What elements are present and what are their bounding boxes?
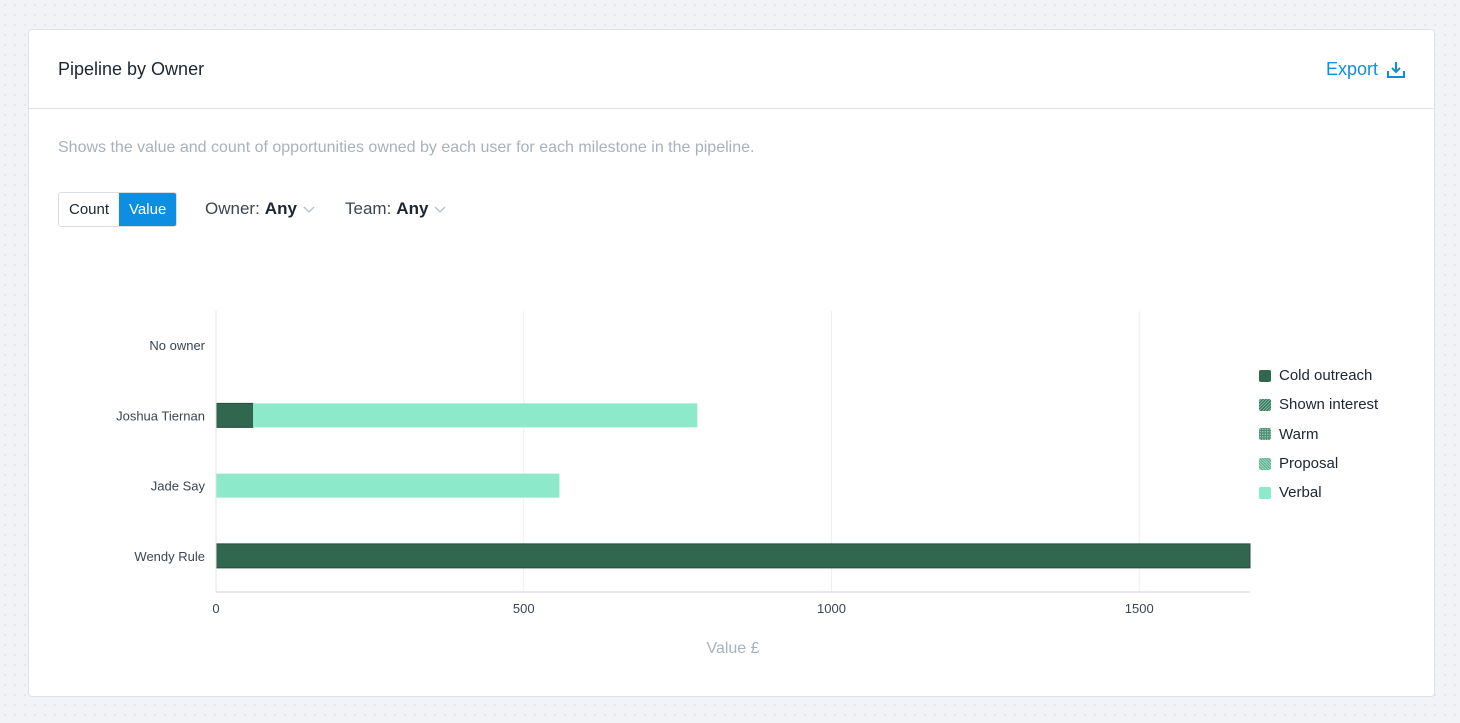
legend-label: Verbal [1279, 484, 1322, 502]
legend-swatch [1259, 486, 1271, 499]
x-axis-title: Value £ [706, 640, 759, 657]
legend-item[interactable]: Verbal [1259, 478, 1378, 507]
legend-swatch [1259, 428, 1271, 441]
legend-label: Cold outreach [1279, 367, 1373, 385]
chart-legend: Cold outreach Shown interest Warm Proposal V… [1259, 361, 1378, 507]
legend-item[interactable]: Shown interest [1259, 390, 1378, 419]
legend-swatch [1259, 457, 1271, 470]
y-tick-label: Wendy Rule [134, 549, 205, 564]
y-tick-label: Joshua Tiernan [116, 408, 205, 423]
y-tick-label: Jade Say [151, 479, 206, 494]
x-tick-label: 500 [513, 601, 535, 616]
legend-label: Shown interest [1279, 396, 1379, 414]
legend-item[interactable]: Proposal [1259, 449, 1378, 478]
legend-item[interactable]: Warm [1259, 420, 1378, 449]
bars [215, 402, 1251, 569]
pipeline-chart: No owner Joshua Tiernan Jade Say Wendy Rule… [116, 311, 1251, 657]
bar-segment [252, 403, 698, 428]
bar-segment [215, 402, 254, 428]
legend-swatch [1259, 398, 1271, 411]
legend-item[interactable]: Cold outreach [1259, 361, 1378, 390]
legend-label: Proposal [1279, 455, 1339, 473]
x-tick-label: 1500 [1125, 601, 1154, 616]
legend-swatch [1259, 369, 1271, 382]
y-tick-label: No owner [149, 338, 205, 353]
legend-label: Warm [1279, 425, 1319, 443]
bar-segment [216, 473, 560, 498]
x-tick-label: 0 [212, 601, 219, 616]
x-tick-label: 1000 [817, 601, 846, 616]
bar-segment [215, 543, 1251, 569]
